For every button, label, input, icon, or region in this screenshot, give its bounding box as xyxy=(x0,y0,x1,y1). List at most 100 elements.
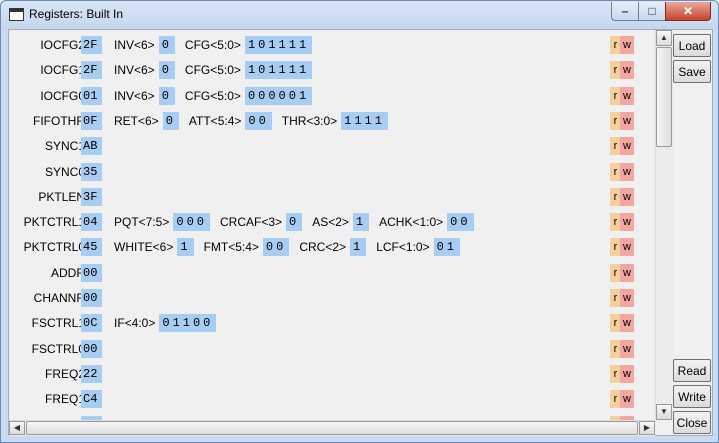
register-name: SYNC0 xyxy=(44,164,85,179)
field-label: CRCAF<3> xyxy=(219,215,283,230)
write-register-button[interactable]: w xyxy=(620,339,634,358)
vertical-scroll-thumb[interactable] xyxy=(656,47,672,147)
close-button[interactable]: Close xyxy=(673,411,711,434)
field-value[interactable]: 1 xyxy=(352,213,370,232)
register-hex-value[interactable]: 04 xyxy=(81,213,102,232)
field-label: IF<4:0> xyxy=(114,316,156,331)
register-fields: PQT<7:5> 000 CRCAF<3> 0 AS<2> 1 ACHK<1:0> 00 xyxy=(114,213,484,232)
field-value[interactable]: 0 xyxy=(158,86,175,105)
write-register-button[interactable]: w xyxy=(620,238,634,257)
register-hex-value[interactable]: 2F xyxy=(81,61,102,80)
field-value[interactable]: 00 xyxy=(262,238,290,257)
write-register-button[interactable]: w xyxy=(620,263,634,282)
register-name: IOCFG0 xyxy=(40,88,85,103)
write-register-button[interactable]: w xyxy=(620,289,634,307)
register-list: IOCFG2 2F INV<6> 0 CFG<5:0> 101111 r w IOCFG1 2F I… xyxy=(9,30,655,420)
horizontal-scrollbar[interactable]: ◀ ▶ xyxy=(9,420,655,436)
write-register-button[interactable]: w xyxy=(620,111,634,130)
register-hex-value[interactable]: 2F xyxy=(81,36,102,54)
title-bar[interactable]: Registers: Built In – □ ✕ xyxy=(1,1,718,29)
field-value[interactable]: 0 xyxy=(162,111,179,130)
register-hex-value[interactable]: 0C xyxy=(81,314,102,333)
field-value[interactable]: 101111 xyxy=(244,36,313,54)
scroll-up-icon[interactable]: ▲ xyxy=(656,30,672,46)
register-row: PKTCTRL1 04 PQT<7:5> 000 CRCAF<3> 0 AS<2> 1 ACHK… xyxy=(9,211,655,233)
register-fields: INV<6> 0 CFG<5:0> 101111 xyxy=(114,61,322,80)
field-value[interactable]: 1111 xyxy=(341,111,388,130)
window-title: Registers: Built In xyxy=(29,7,124,21)
write-register-button[interactable]: w xyxy=(620,137,634,156)
scroll-right-icon[interactable]: ▶ xyxy=(639,421,655,435)
write-register-button[interactable]: w xyxy=(620,61,634,80)
register-row: IOCFG2 2F INV<6> 0 CFG<5:0> 101111 r w xyxy=(9,34,655,56)
maximize-button[interactable]: □ xyxy=(638,2,666,21)
field-value[interactable]: 00 xyxy=(447,213,474,232)
vertical-scrollbar[interactable]: ▲ ▼ xyxy=(655,30,673,420)
register-hex-value[interactable]: 22 xyxy=(81,364,102,383)
register-row: IOCFG0 01 INV<6> 0 CFG<5:0> 000001 r w xyxy=(9,85,655,107)
field-value[interactable]: 101111 xyxy=(244,61,313,80)
register-name: PKTCTRL1 xyxy=(23,215,85,230)
write-button[interactable]: Write xyxy=(673,385,711,408)
write-register-button[interactable]: w xyxy=(620,364,634,383)
close-window-button[interactable]: ✕ xyxy=(665,2,711,21)
field-value[interactable]: 1 xyxy=(350,238,367,257)
register-row: FREQ2 22 r w xyxy=(9,363,655,385)
field-label: WHITE<6> xyxy=(114,240,174,255)
field-value[interactable]: 00 xyxy=(245,111,272,130)
field-label: CRC<2> xyxy=(299,240,347,255)
write-register-button[interactable]: w xyxy=(620,36,634,54)
register-name: FREQ2 xyxy=(44,366,85,381)
field-label: THR<3:0> xyxy=(281,113,338,128)
minimize-button[interactable]: – xyxy=(611,2,639,21)
register-fields: INV<6> 0 CFG<5:0> 101111 xyxy=(114,36,322,54)
register-row: FREQ1 C4 r w xyxy=(9,388,655,410)
register-hex-value[interactable]: 0F xyxy=(81,111,102,130)
field-value[interactable]: 000001 xyxy=(244,86,313,105)
field-value[interactable]: 000 xyxy=(173,213,210,232)
register-hex-value[interactable]: 35 xyxy=(81,162,102,181)
field-value[interactable]: 0 xyxy=(158,61,175,80)
register-row: FSCTRL0 00 r w xyxy=(9,338,655,360)
register-name: IOCFG1 xyxy=(40,63,85,78)
write-register-button[interactable]: w xyxy=(620,213,634,232)
register-hex-value[interactable]: AB xyxy=(81,137,102,156)
field-value[interactable]: 01100 xyxy=(159,314,217,333)
register-name: ADDR xyxy=(50,265,85,280)
register-hex-value[interactable]: 01 xyxy=(81,86,102,105)
field-label: AS<2> xyxy=(312,215,349,230)
register-row: SYNC0 35 r w xyxy=(9,161,655,183)
register-row: PKTCTRL0 45 WHITE<6> 1 FMT<5:4> 00 CRC<2> 1 LCF<… xyxy=(9,236,655,258)
read-button[interactable]: Read xyxy=(673,359,711,382)
field-value[interactable]: 1 xyxy=(177,238,194,257)
field-label: CFG<5:0> xyxy=(184,88,241,103)
register-hex-value[interactable]: 00 xyxy=(81,263,102,282)
scroll-left-icon[interactable]: ◀ xyxy=(9,421,25,435)
save-button[interactable]: Save xyxy=(673,60,711,83)
field-value[interactable]: 0 xyxy=(158,36,175,54)
field-value[interactable]: 0 xyxy=(286,213,303,232)
field-label: INV<6> xyxy=(114,63,155,78)
register-name: SYNC1 xyxy=(44,139,85,154)
register-hex-value[interactable]: 00 xyxy=(81,339,102,358)
field-label: PQT<7:5> xyxy=(114,215,170,230)
write-register-button[interactable]: w xyxy=(620,86,634,105)
field-label: ACHK<1:0> xyxy=(379,215,444,230)
write-register-button[interactable]: w xyxy=(620,314,634,333)
register-name: CHANNR xyxy=(33,291,85,305)
scroll-down-icon[interactable]: ▼ xyxy=(656,404,672,420)
write-register-button[interactable]: w xyxy=(620,187,634,206)
load-button[interactable]: Load xyxy=(673,34,711,57)
registers-window: Registers: Built In – □ ✕ IOCFG2 2F INV<6>… xyxy=(0,0,719,443)
write-register-button[interactable]: w xyxy=(620,390,634,409)
register-hex-value[interactable]: 3F xyxy=(81,187,102,206)
write-register-button[interactable]: w xyxy=(620,162,634,181)
register-row: PKTLEN 3F r w xyxy=(9,186,655,208)
field-value[interactable]: 01 xyxy=(433,238,460,257)
horizontal-scroll-thumb[interactable] xyxy=(26,421,638,435)
register-name: PKTCTRL0 xyxy=(23,240,85,255)
register-fields: WHITE<6> 1 FMT<5:4> 00 CRC<2> 1 LCF<1:0> 01 xyxy=(114,238,470,257)
register-hex-value[interactable]: C4 xyxy=(81,390,102,409)
register-hex-value[interactable]: 00 xyxy=(81,289,102,307)
register-hex-value[interactable]: 45 xyxy=(81,238,102,257)
